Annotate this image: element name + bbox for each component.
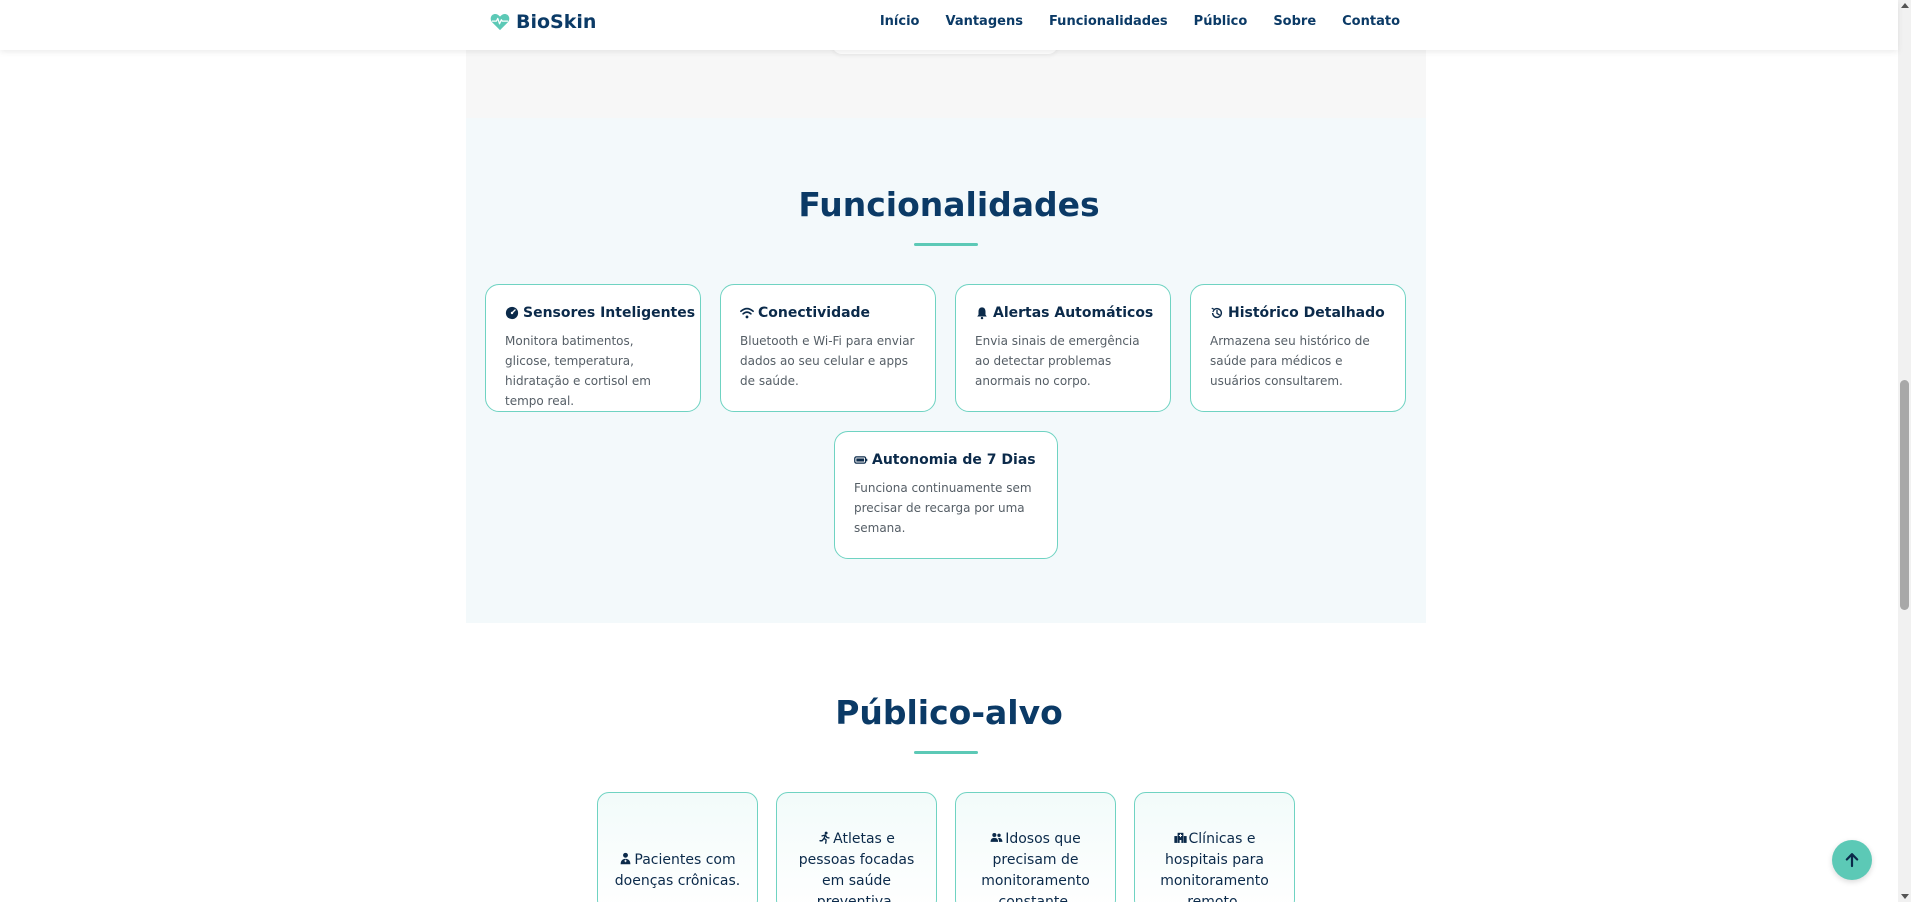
back-to-top-button[interactable] (1832, 840, 1872, 880)
nav-link-contato[interactable]: Contato (1342, 14, 1400, 29)
brand-logo[interactable]: BioSkin (490, 11, 596, 33)
feature-title-text: Conectividade (758, 305, 871, 321)
scroll-down-arrow[interactable] (1901, 894, 1909, 899)
users-icon (990, 832, 1003, 842)
brand-name: BioSkin (516, 11, 597, 33)
navbar: BioSkin Início Vantagens Funcionalidades… (0, 0, 1898, 50)
feature-card-history: Histórico Detalhado Armazena seu históri… (1190, 284, 1406, 412)
scroll-up-arrow[interactable] (1901, 3, 1909, 8)
hospital-icon (1173, 832, 1187, 843)
sensor-gauge-icon (505, 306, 519, 320)
audience-card-text: Atletas e pessoas focadas em saúde preve… (798, 831, 915, 902)
feature-title-text: Alertas Automáticos (993, 305, 1154, 321)
feature-card-connectivity: Conectividade Bluetooth e Wi-Fi para env… (720, 284, 936, 412)
feature-desc: Armazena seu histórico de saúde para méd… (1210, 334, 1370, 388)
nav-link-publico[interactable]: Público (1194, 14, 1248, 29)
feature-card-sensors: Sensores Inteligentes Monitora batimento… (485, 284, 701, 412)
heartbeat-icon (490, 13, 510, 31)
wifi-icon (740, 307, 754, 319)
audience-card-athletes: Atletas e pessoas focadas em saúde preve… (776, 792, 937, 902)
nav-link-funcionalidades[interactable]: Funcionalidades (1049, 14, 1168, 29)
features-title-underline (914, 243, 978, 246)
feature-card-battery: Autonomia de 7 Dias Funciona continuamen… (834, 431, 1058, 559)
audience-title: Público-alvo (835, 693, 1063, 732)
feature-title-text: Sensores Inteligentes (523, 305, 696, 321)
battery-icon (854, 456, 868, 464)
nav-link-inicio[interactable]: Início (880, 14, 920, 29)
arrow-up-icon (1845, 853, 1859, 868)
history-icon (1211, 307, 1223, 319)
page-scrollbar[interactable] (1898, 0, 1911, 902)
feature-card-alerts: Alertas Automáticos Envia sinais de emer… (955, 284, 1171, 412)
runner-icon (819, 831, 830, 844)
scroll-thumb[interactable] (1900, 380, 1909, 610)
feature-desc: Envia sinais de emergência ao detectar p… (975, 334, 1140, 388)
nav-link-vantagens[interactable]: Vantagens (945, 14, 1022, 29)
bell-icon (977, 307, 987, 320)
feature-title-text: Autonomia de 7 Dias (872, 452, 1036, 468)
audience-title-underline (914, 751, 978, 754)
audience-card-clinics: Clínicas e hospitais para monitoramento … (1134, 792, 1295, 902)
audience-card-patients: Pacientes com doenças crônicas. (597, 792, 758, 902)
feature-desc: Monitora batimentos, glicose, temperatur… (505, 334, 651, 408)
features-title: Funcionalidades (798, 185, 1100, 224)
audience-card-elderly: Idosos que precisam de monitoramento con… (955, 792, 1116, 902)
patient-icon (621, 852, 631, 865)
feature-title-text: Histórico Detalhado (1228, 305, 1385, 321)
main-nav: Início Vantagens Funcionalidades Público… (880, 14, 1400, 29)
nav-link-sobre[interactable]: Sobre (1273, 14, 1316, 29)
audience-card-text: Pacientes com doenças crônicas. (614, 852, 741, 889)
feature-desc: Funciona continuamente sem precisar de r… (854, 481, 1032, 535)
feature-desc: Bluetooth e Wi-Fi para enviar dados ao s… (740, 334, 915, 388)
